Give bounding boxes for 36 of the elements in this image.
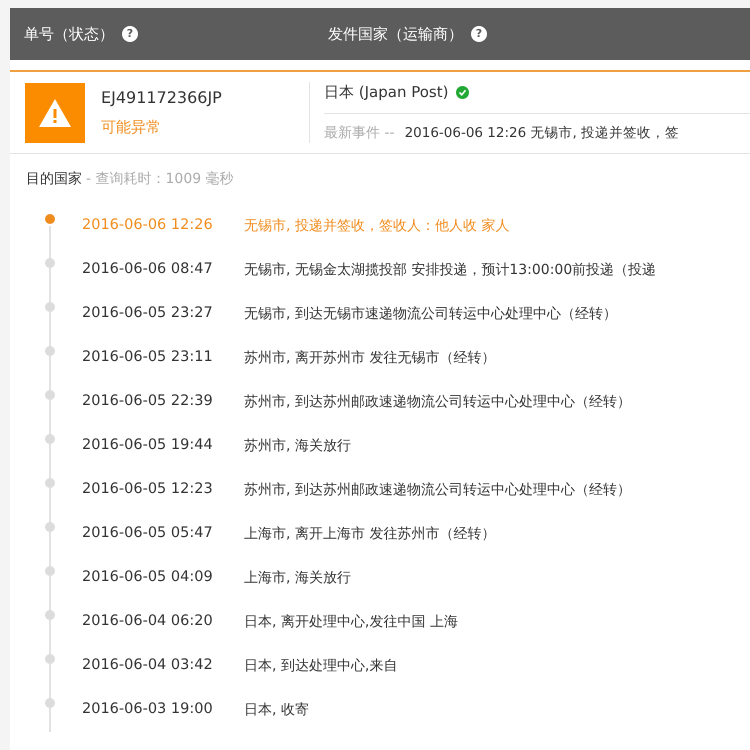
latest-event-label: 最新事件 -- — [324, 124, 395, 143]
event-description: 日本, 到达处理中心,来自 — [244, 656, 398, 676]
event-time: 2016-06-03 19:00 — [82, 700, 214, 720]
event-description: 日本, 离开处理中心,发往中国 上海 — [244, 612, 458, 632]
event-description: 苏州市, 离开苏州市 发往无锡市（经转） — [244, 348, 496, 368]
event-time: 2016-06-05 19:44 — [82, 436, 214, 456]
column-heading: 发件国家（运输商） — [328, 24, 463, 45]
event-time: 2016-06-05 04:09 — [82, 568, 214, 588]
event-time: 2016-06-05 23:11 — [82, 348, 214, 368]
latest-event-text: 2016-06-06 12:26 无锡市, 投递并签收，签 — [404, 124, 680, 144]
column-heading: 单号（状态） — [24, 24, 114, 45]
event-description: 苏州市, 到达苏州邮政速递物流公司转运中心处理中心（经转） — [244, 480, 631, 500]
event-time: 2016-06-05 05:47 — [82, 524, 214, 544]
event-time: 2016-06-05 12:23 — [82, 480, 214, 500]
query-time: - 查询耗时：1009 毫秒 — [86, 170, 234, 188]
event-description: 苏州市, 到达苏州邮政速递物流公司转运中心处理中心（经转） — [244, 392, 631, 412]
event-time: 2016-06-06 12:26 — [82, 216, 214, 236]
event-time: 2016-06-06 08:47 — [82, 260, 214, 280]
event-description: 无锡市, 投递并签收，签收人：他人收 家人 — [244, 216, 510, 236]
warning-icon — [38, 98, 72, 128]
event-description: 无锡市, 到达无锡市速递物流公司转运中心处理中心（经转） — [244, 304, 617, 324]
help-icon[interactable]: ? — [471, 26, 487, 42]
destination-label: 目的国家 — [26, 170, 82, 188]
carrier-name: 日本 (Japan Post) — [324, 82, 448, 103]
event-description: 上海市, 离开上海市 发往苏州市（经转） — [244, 524, 496, 544]
event-time: 2016-06-04 03:42 — [82, 656, 214, 676]
event-description: 日本, 收寄 — [244, 700, 309, 720]
status-text: 可能异常 — [101, 117, 162, 138]
event-description: 苏州市, 海关放行 — [244, 436, 351, 456]
event-time: 2016-06-05 23:27 — [82, 304, 214, 324]
event-description: 上海市, 海关放行 — [244, 568, 351, 588]
help-icon[interactable]: ? — [122, 26, 138, 42]
event-description: 无锡市, 无锡金太湖揽投部 安排投递，预计13:00:00前投递（投递 — [244, 260, 656, 280]
event-time: 2016-06-04 06:20 — [82, 612, 214, 632]
event-time: 2016-06-05 22:39 — [82, 392, 214, 412]
tracking-number[interactable]: EJ491172366JP — [101, 86, 222, 110]
